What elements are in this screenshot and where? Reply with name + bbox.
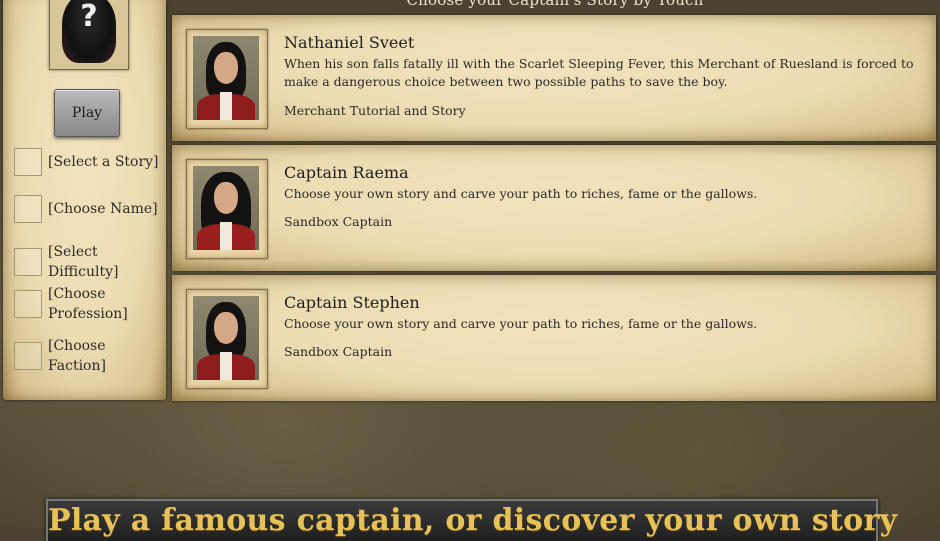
captain-portrait: [186, 29, 268, 129]
step-select-story[interactable]: [Select a Story]: [14, 148, 159, 176]
captain-name: Captain Stephen: [284, 293, 420, 312]
male-captain-icon: [193, 36, 259, 120]
story-card-nathaniel-sveet[interactable]: Nathaniel Sveet When his son falls fatal…: [172, 15, 936, 141]
checkbox[interactable]: [14, 248, 42, 276]
captain-name: Nathaniel Sveet: [284, 33, 415, 52]
story-description: When his son falls fatally ill with the …: [284, 56, 914, 89]
step-label: [Select Difficulty]: [48, 244, 119, 280]
story-type: Sandbox Captain: [284, 214, 393, 229]
story-card-captain-raema[interactable]: Captain Raema Choose your own story and …: [172, 145, 936, 271]
step-choose-faction[interactable]: [Choose Faction]: [14, 336, 166, 376]
banner-text: Play a famous captain, or discover your …: [48, 503, 898, 538]
step-choose-name[interactable]: [Choose Name]: [14, 195, 158, 223]
step-label: [Choose Name]: [48, 201, 158, 217]
story-type: Merchant Tutorial and Story: [284, 103, 466, 118]
story-description: Choose your own story and carve your pat…: [284, 316, 758, 331]
step-label: [Select a Story]: [48, 154, 159, 170]
play-button[interactable]: Play: [54, 89, 120, 137]
step-choose-profession[interactable]: [Choose Profession]: [14, 284, 148, 324]
male-captain-icon: [193, 296, 259, 380]
unknown-captain-portrait: ?: [49, 0, 129, 70]
checkbox[interactable]: [14, 148, 42, 176]
captain-portrait: [186, 159, 268, 259]
captain-portrait: [186, 289, 268, 389]
setup-sidebar: ? Play [Select a Story] [Choose Name] [S…: [3, 0, 166, 400]
story-type: Sandbox Captain: [284, 344, 393, 359]
page-title: Choose your Captain's Story by Touch: [406, 0, 704, 9]
story-card-captain-stephen[interactable]: Captain Stephen Choose your own story an…: [172, 275, 936, 401]
story-description: Choose your own story and carve your pat…: [284, 186, 758, 201]
promo-banner: Play a famous captain, or discover your …: [46, 499, 898, 541]
checkbox[interactable]: [14, 342, 42, 370]
checkbox[interactable]: [14, 290, 42, 318]
captain-name: Captain Raema: [284, 163, 409, 182]
female-captain-icon: [193, 166, 259, 250]
step-label: [Choose Faction]: [48, 338, 106, 374]
step-label: [Choose Profession]: [48, 286, 128, 322]
step-select-difficulty[interactable]: [Select Difficulty]: [14, 242, 166, 282]
checkbox[interactable]: [14, 195, 42, 223]
question-mark-icon: ?: [80, 0, 98, 34]
